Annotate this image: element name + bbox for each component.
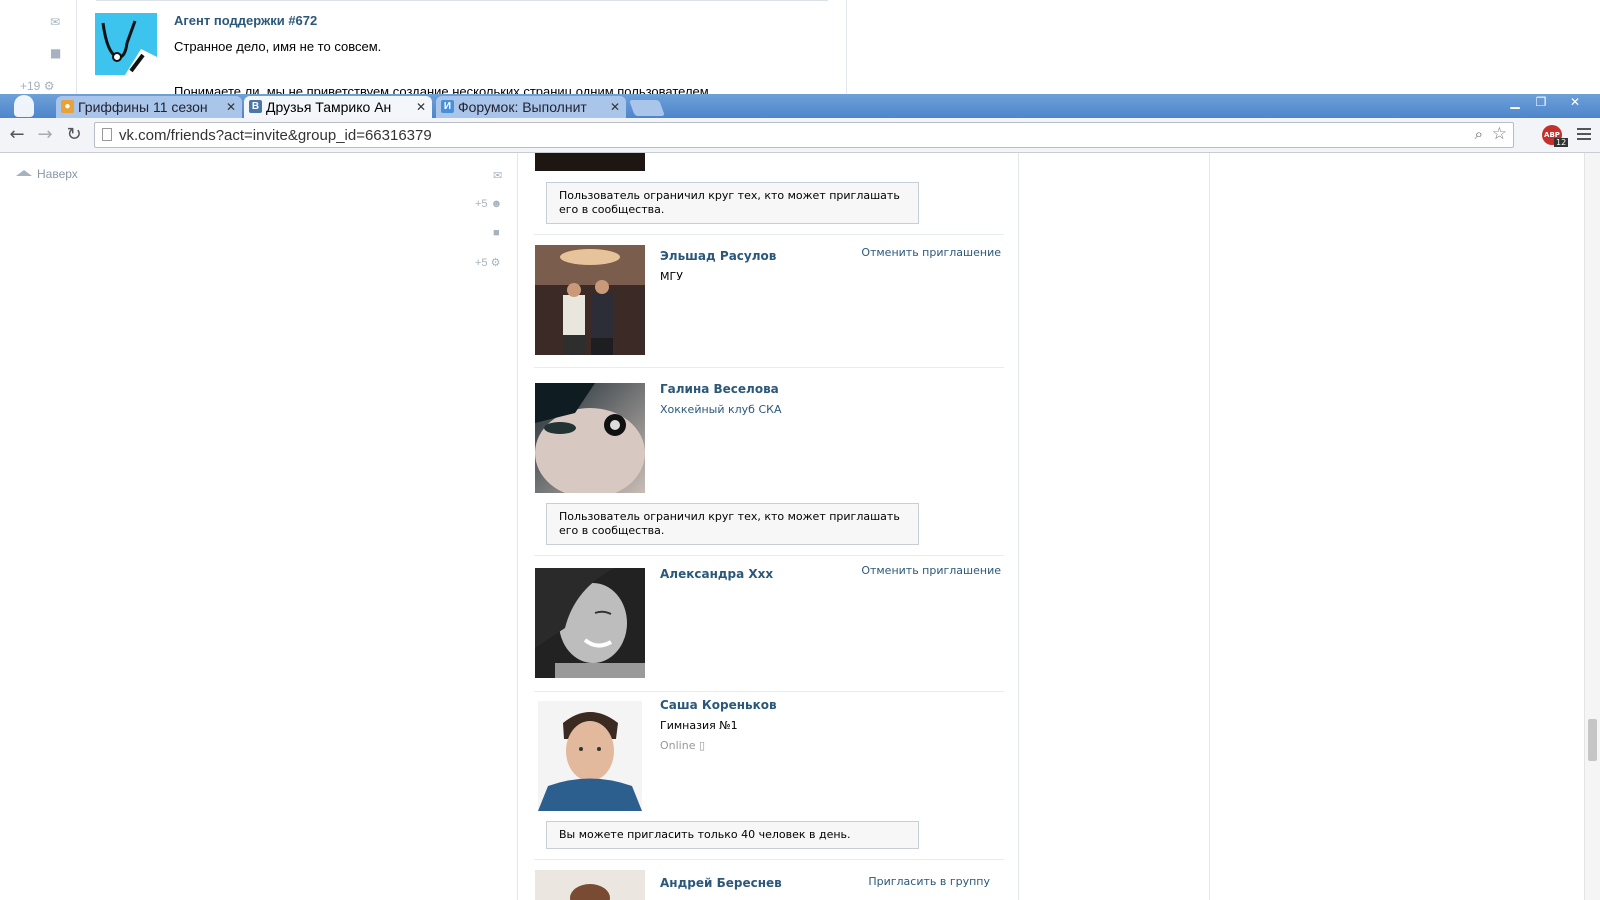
comment-icon[interactable]: ■ [493, 227, 500, 239]
address-bar[interactable]: vk.com/friends?act=invite&group_id=66316… [94, 122, 1514, 148]
browser-tab-bar: ● Гриффины 11 сезон ✕ В Друзья Тамрико А… [0, 94, 1600, 118]
row-divider [534, 859, 1004, 860]
page-icon [102, 128, 112, 141]
mail-icon[interactable]: ✉ [493, 169, 502, 182]
friend-name[interactable]: Саша Кореньков [660, 698, 777, 712]
cancel-invite-link[interactable]: Отменить приглашение [840, 564, 1001, 577]
forum-favicon-icon: И [441, 100, 454, 113]
restore-icon[interactable]: ❐ [1530, 95, 1552, 109]
profile-icon[interactable] [14, 95, 34, 117]
friend-photo[interactable] [538, 701, 642, 811]
vk-favicon-icon: В [249, 100, 262, 113]
row-divider [534, 234, 1004, 235]
tab-forum[interactable]: И Форумок: Выполнит ✕ [436, 96, 626, 118]
close-tab-icon[interactable]: ✕ [610, 96, 620, 118]
left-rail-divider [76, 0, 77, 94]
bookmark-star-icon[interactable]: ☆ [1492, 124, 1507, 144]
content-right-border [1018, 153, 1019, 900]
page-content: Наверх ✉ +5 ☻ ■ +5 ⚙ Пользователь ограни… [0, 153, 1600, 900]
right-column-border [1209, 153, 1210, 900]
message-text-second: Понимаете ли, мы не приветствуем создани… [174, 84, 713, 94]
friend-name[interactable]: Андрей Береснев [660, 876, 782, 890]
friend-photo[interactable] [535, 383, 645, 493]
message-text: Странное дело, имя не то совсем. [174, 39, 382, 54]
invite-to-group-link[interactable]: Пригласить в группу [840, 875, 990, 888]
content-left-border [517, 153, 518, 900]
friend-info-link[interactable]: Хоккейный клуб СКА [660, 403, 781, 416]
online-status: Online ▯ [660, 739, 706, 752]
scroll-up-link[interactable]: Наверх [16, 167, 78, 181]
notification-counter[interactable]: +19 ⚙ [20, 79, 54, 93]
arrow-up-icon [16, 170, 32, 176]
message-separator [96, 0, 828, 1]
extension-badge: 12 [1554, 138, 1569, 147]
vertical-scrollbar[interactable] [1584, 153, 1600, 900]
friend-photo[interactable] [535, 153, 645, 171]
tab-friends-active[interactable]: В Друзья Тамрико Ан ✕ [244, 96, 432, 118]
friend-photo[interactable] [535, 870, 645, 900]
tab-title: Гриффины 11 сезон [78, 99, 208, 115]
friend-photo[interactable] [535, 568, 645, 678]
close-window-icon[interactable]: ✕ [1564, 95, 1586, 109]
kinopoisk-favicon-icon: ● [61, 100, 74, 113]
mail-icon[interactable]: ✉ [50, 15, 60, 29]
back-icon[interactable]: ← [7, 125, 27, 145]
tab-title: Друзья Тамрико Ан [266, 99, 392, 115]
row-divider [534, 691, 1004, 692]
minimize-icon[interactable]: ▁ [1504, 95, 1526, 109]
row-divider [534, 555, 1004, 556]
friend-info: Гимназия №1 [660, 719, 738, 732]
cancel-invite-link[interactable]: Отменить приглашение [840, 246, 1001, 259]
invite-limit-notice: Вы можете пригласить только 40 человек в… [546, 821, 919, 849]
new-tab-button[interactable] [629, 100, 665, 116]
friend-name[interactable]: Эльшад Расулов [660, 249, 776, 263]
chrome-menu-icon[interactable] [1577, 125, 1591, 143]
row-divider [534, 367, 1004, 368]
comment-icon[interactable]: ■ [50, 46, 61, 60]
tab-griffins[interactable]: ● Гриффины 11 сезон ✕ [56, 96, 242, 118]
invite-restriction-notice: Пользователь ограничил круг тех, кто мож… [546, 503, 919, 545]
scrollbar-thumb[interactable] [1588, 719, 1597, 761]
friend-photo[interactable] [535, 245, 645, 355]
friends-counter[interactable]: +5 ☻ [475, 198, 502, 210]
close-tab-icon[interactable]: ✕ [226, 96, 236, 118]
background-window: ✉ ■ +19 ⚙ Агент поддержки #672 Странное … [0, 0, 1600, 94]
friend-name[interactable]: Галина Веселова [660, 382, 779, 396]
right-rail-divider [846, 0, 847, 94]
settings-counter[interactable]: +5 ⚙ [475, 256, 500, 269]
friend-info: МГУ [660, 270, 683, 283]
browser-toolbar: ← → ↻ vk.com/friends?act=invite&group_id… [0, 118, 1600, 153]
mobile-icon: ▯ [698, 739, 706, 752]
url-text[interactable]: vk.com/friends?act=invite&group_id=66316… [119, 127, 432, 144]
close-tab-icon[interactable]: ✕ [416, 96, 426, 118]
sender-name[interactable]: Агент поддержки #672 [174, 13, 317, 28]
sender-avatar[interactable] [95, 13, 157, 75]
forward-icon[interactable]: → [35, 125, 55, 145]
friend-name[interactable]: Александра Ххх [660, 567, 773, 581]
reload-icon[interactable]: ↻ [64, 125, 84, 145]
invite-restriction-notice: Пользователь ограничил круг тех, кто мож… [546, 182, 919, 224]
zoom-icon[interactable]: ⌕ [1475, 125, 1483, 143]
tab-title: Форумок: Выполнит [458, 99, 587, 115]
